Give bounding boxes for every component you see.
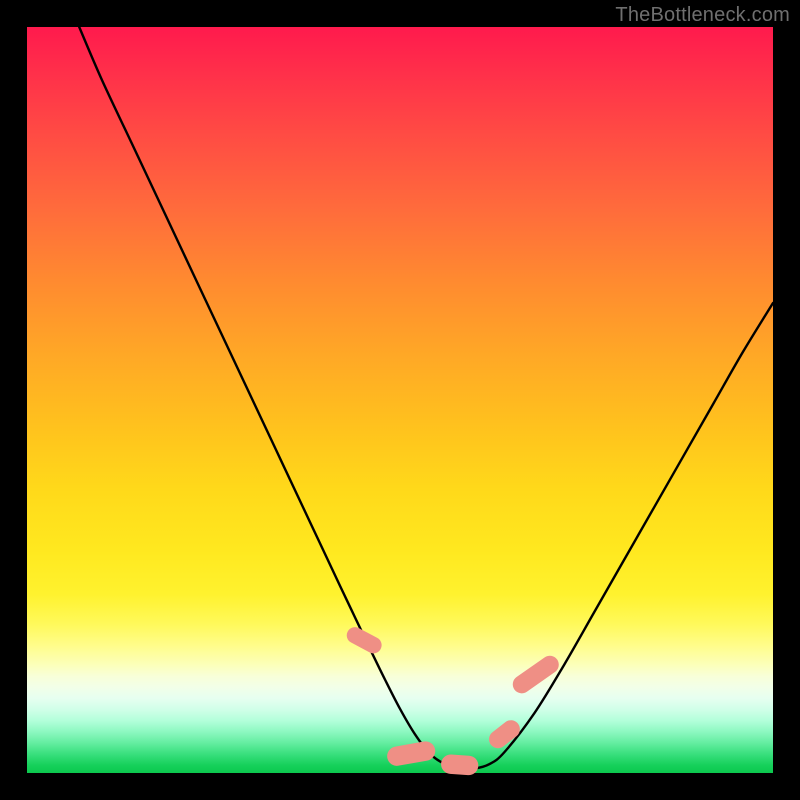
valley-marker bbox=[344, 624, 385, 656]
bottleneck-curve bbox=[27, 27, 773, 773]
valley-marker bbox=[440, 754, 479, 776]
valley-marker bbox=[485, 717, 523, 752]
valley-marker bbox=[509, 652, 562, 697]
chart-frame: TheBottleneck.com bbox=[0, 0, 800, 800]
plot-area bbox=[27, 27, 773, 773]
valley-marker bbox=[386, 740, 437, 768]
watermark-text: TheBottleneck.com bbox=[615, 4, 790, 27]
